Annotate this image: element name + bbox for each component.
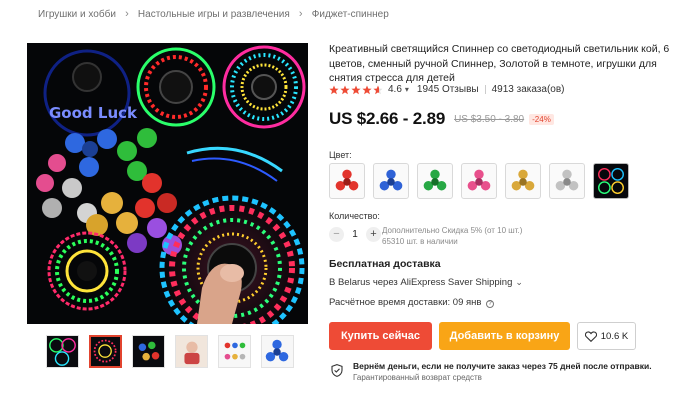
divider — [484, 85, 486, 94]
orders-count: 4913 заказа(ов) — [491, 84, 565, 95]
led-ring-icon — [49, 338, 76, 366]
silver-spinner-icon — [555, 169, 579, 191]
free-shipping-title: Бесплатная доставка — [329, 258, 441, 270]
color-swatch-red[interactable] — [329, 163, 365, 199]
red-spinner-icon — [335, 169, 359, 191]
product-main-image[interactable]: Good Luck — [27, 43, 308, 324]
breadcrumb-board-games[interactable]: Настольные игры и развлечения — [138, 9, 290, 20]
star-icon — [351, 85, 361, 94]
spinner-group-icon — [138, 341, 160, 361]
quantity-plus-button[interactable]: + — [366, 227, 381, 242]
help-icon[interactable]: ? — [486, 300, 495, 308]
star-icon — [340, 85, 350, 94]
breadcrumb-toys-hobbies[interactable]: Игрушки и хобби — [38, 9, 116, 20]
thumbnail-4[interactable] — [175, 335, 208, 368]
buyer-protection: Вернём деньги, если не получите заказ че… — [331, 361, 652, 383]
kid-photo-icon — [176, 336, 207, 367]
rating-row: 4.6 ▾ 1945 Отзывы 4913 заказа(ов) — [329, 84, 564, 95]
gold-spinner-icon — [511, 169, 535, 191]
chevron-right-icon: › — [125, 8, 129, 20]
thumbnail-2[interactable] — [89, 335, 122, 368]
thumbnail-5[interactable] — [218, 335, 251, 368]
pink-spinner-icon — [467, 169, 491, 191]
color-swatches — [329, 163, 629, 199]
product-title: Креативный светящийся Спиннер со светоди… — [329, 43, 670, 84]
thumbnail-6[interactable] — [261, 335, 294, 368]
quantity-label: Количество: — [329, 211, 380, 221]
blue-spinner-icon — [379, 169, 403, 191]
star-icon — [362, 85, 372, 94]
quantity-minus-button[interactable]: − — [329, 227, 344, 242]
current-price: US $2.66 - 2.89 — [329, 109, 446, 128]
discount-badge: -24% — [529, 113, 554, 125]
thumbnail-3[interactable] — [132, 335, 165, 368]
buy-now-button[interactable]: Купить сейчас — [329, 322, 432, 350]
thumbnail-strip — [46, 335, 294, 368]
stock-text: 65310 шт. в наличии — [382, 237, 458, 246]
quantity-value[interactable]: 1 — [344, 229, 366, 240]
guarantee-subtitle: Гарантированный возврат средств — [353, 373, 482, 382]
reviews-link[interactable]: 1945 Отзывы — [417, 84, 479, 95]
shipping-method[interactable]: В Belarus через AliExpress Saver Shippin… — [329, 277, 523, 288]
blue-spinner-icon — [265, 339, 289, 362]
green-spinner-icon — [423, 169, 447, 191]
add-to-cart-button[interactable]: Добавить в корзину — [439, 322, 570, 350]
color-swatch-led[interactable] — [593, 163, 629, 199]
thumbnail-1[interactable] — [46, 335, 79, 368]
delivery-estimate: Расчётное время доставки: 09 янв ? — [329, 297, 495, 308]
chevron-down-icon[interactable]: ▾ — [405, 85, 409, 94]
shield-check-icon — [331, 364, 343, 377]
rating-stars — [329, 85, 383, 95]
star-icon — [329, 85, 339, 94]
chevron-right-icon: › — [298, 8, 303, 20]
guarantee-title: Вернём деньги, если не получите заказ че… — [353, 361, 652, 371]
price-row: US $2.66 - 2.89 US $3.50 - 3.80 -24% — [329, 109, 554, 129]
wishlist-button[interactable]: 10.6 K — [577, 322, 636, 350]
old-price: US $3.50 - 3.80 — [454, 113, 525, 125]
chevron-down-icon[interactable]: ⌄ — [515, 277, 523, 287]
wishlist-count: 10.6 K — [600, 330, 629, 342]
quantity-stepper: − 1 + — [329, 227, 381, 242]
heart-icon — [584, 330, 597, 342]
shipping-method-text: В Belarus через AliExpress Saver Shippin… — [329, 277, 513, 288]
breadcrumb: Игрушки и хобби › Настольные игры и разв… — [38, 7, 389, 21]
quantity-info: Дополнительно Скидка 5% (от 10 шт.) 6531… — [382, 225, 522, 247]
spinner-set-icon — [224, 342, 246, 360]
color-swatch-pink[interactable] — [461, 163, 497, 199]
color-swatch-blue[interactable] — [373, 163, 409, 199]
led-ring-icon — [93, 339, 117, 363]
delivery-estimate-text: Расчётное время доставки: 09 янв — [329, 297, 482, 308]
color-swatch-gold[interactable] — [505, 163, 541, 199]
led-spinners-photo: Good Luck — [27, 43, 308, 324]
color-swatch-silver[interactable] — [549, 163, 585, 199]
good-luck-text: Good Luck — [49, 104, 138, 122]
half-star-icon — [373, 85, 383, 94]
color-label: Цвет: — [329, 150, 352, 160]
color-swatch-green[interactable] — [417, 163, 453, 199]
bulk-discount-text: Дополнительно Скидка 5% (от 10 шт.) — [382, 226, 523, 235]
breadcrumb-fidget-spinner[interactable]: Фиджет-спиннер — [312, 9, 389, 20]
rating-value: 4.6 — [388, 84, 402, 95]
led-spinner-icon — [598, 168, 624, 194]
